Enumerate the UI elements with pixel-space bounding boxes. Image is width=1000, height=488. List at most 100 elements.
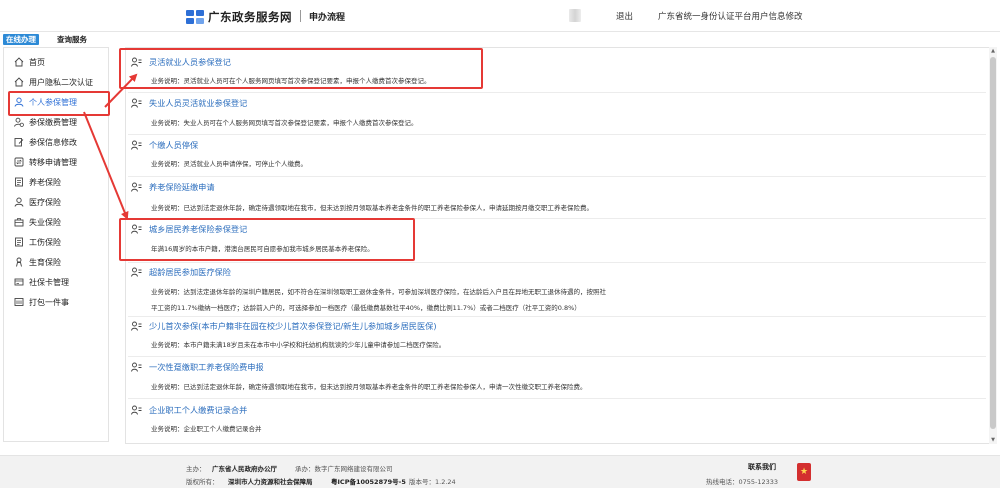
- user-list-icon: [131, 267, 142, 277]
- sidebar-item-pension[interactable]: 养老保险: [4, 172, 110, 192]
- sidebar-item-label: 失业保险: [29, 217, 61, 227]
- user-list-icon: [131, 362, 142, 372]
- package-icon: [14, 297, 24, 307]
- card-icon: [14, 277, 24, 287]
- service-title[interactable]: 个缴人员停保: [149, 139, 198, 151]
- user-avatar[interactable]: [569, 9, 581, 22]
- sidebar-item-label: 社保卡管理: [29, 277, 69, 287]
- footer-icp-link[interactable]: 粤ICP备10052879号-5: [331, 476, 406, 486]
- user-list-icon: [131, 182, 142, 192]
- sidebar-item-payment[interactable]: 参保缴费管理: [4, 112, 110, 132]
- sidebar-item-injury[interactable]: 工伤保险: [4, 232, 110, 252]
- sidebar-item-privacy-auth[interactable]: 用户隐私二次认证: [4, 72, 110, 92]
- sidebar-item-label: 参保缴费管理: [29, 117, 77, 127]
- footer-copyright-label: 版权所有：: [186, 478, 219, 486]
- service-description: 业务说明：失业人员可在个人服务网页填写首次参保登记要素，申报个人缴费首次参保登记…: [151, 119, 418, 127]
- footer-undertaker: 承办：数字广东网络建设有限公司: [295, 465, 393, 473]
- page-footer: 主办： 广东省人民政府办公厅 承办：数字广东网络建设有限公司 版权所有： 深圳市…: [0, 455, 1000, 488]
- service-divider: [128, 218, 986, 219]
- service-title[interactable]: 企业职工个人缴费记录合并: [149, 404, 247, 416]
- user-icon: [14, 97, 24, 107]
- service-title[interactable]: 超龄居民参加医疗保险: [149, 266, 231, 278]
- sidebar-item-label: 转移申请管理: [29, 157, 77, 167]
- page-section-title: 申办流程: [309, 13, 346, 23]
- footer-sponsor: 广东省人民政府办公厅: [212, 465, 277, 473]
- service-divider: [128, 176, 986, 177]
- user-icon: [14, 197, 24, 207]
- top-header: 广东政务服务网 申办流程 退出 广东省统一身份认证平台用户信息修改: [0, 0, 1000, 32]
- footer-sponsor-label: 主办：: [186, 465, 206, 473]
- sidebar-item-package[interactable]: 打包一件事: [4, 292, 110, 312]
- tab-query[interactable]: 查询服务: [54, 34, 90, 45]
- baby-icon: [14, 257, 24, 267]
- sidebar-item-label: 生育保险: [29, 257, 61, 267]
- service-title[interactable]: 养老保险延缴申请: [149, 181, 215, 193]
- scroll-up-arrow-icon[interactable]: ▲: [990, 48, 996, 54]
- home-icon: [14, 77, 24, 87]
- document-icon: [14, 177, 24, 187]
- main-scrollbar[interactable]: ▲ ▼: [989, 47, 997, 444]
- service-title[interactable]: 一次性趸缴职工养老保险费申报: [149, 361, 264, 373]
- user-list-icon: [131, 98, 142, 108]
- service-description: 业务说明：灵活就业人员申请停保，可停止个人缴费。: [151, 160, 307, 168]
- service-title[interactable]: 城乡居民养老保险参保登记: [149, 223, 247, 235]
- service-description: 业务说明：灵活就业人员可在个人服务网页填写首次参保登记要素，申报个人缴费首次参保…: [151, 77, 431, 85]
- portal-brand-name: 广东政务服务网: [208, 10, 292, 24]
- service-divider: [128, 92, 986, 93]
- sidebar-item-maternity[interactable]: 生育保险: [4, 252, 110, 272]
- sidebar-item-label: 首页: [29, 57, 45, 67]
- sidebar-item-label: 用户隐私二次认证: [29, 77, 93, 87]
- briefcase-icon: [14, 217, 24, 227]
- scroll-thumb[interactable]: [990, 57, 996, 429]
- portal-logo[interactable]: 广东政务服务网: [186, 9, 292, 25]
- sidebar-item-personal-insurance[interactable]: 个人参保管理: [4, 92, 110, 112]
- service-divider: [128, 398, 986, 399]
- document-icon: [14, 237, 24, 247]
- sidebar-item-unemployment[interactable]: 失业保险: [4, 212, 110, 232]
- service-title[interactable]: 灵活就业人员参保登记: [149, 56, 231, 68]
- service-title[interactable]: 少儿首次参保(本市户籍非在园在校少儿首次参保登记/新生儿参加城乡居民医保): [149, 320, 437, 332]
- account-settings-link[interactable]: 广东省统一身份认证平台用户信息修改: [658, 10, 803, 22]
- logout-link[interactable]: 退出: [616, 10, 633, 22]
- sidebar-item-label: 参保信息修改: [29, 137, 77, 147]
- service-divider: [128, 356, 986, 357]
- service-divider: [128, 262, 986, 263]
- service-divider: [128, 316, 986, 317]
- sidebar-item-label: 个人参保管理: [29, 97, 77, 107]
- sidebar-item-label: 工伤保险: [29, 237, 61, 247]
- service-title[interactable]: 失业人员灵活就业参保登记: [149, 97, 247, 109]
- sidebar-item-transfer[interactable]: 转移申请管理: [4, 152, 110, 172]
- transfer-icon: [14, 157, 24, 167]
- user-list-icon: [131, 224, 142, 234]
- sidebar-item-social-card[interactable]: 社保卡管理: [4, 272, 110, 292]
- service-description: 业务说明：本市户籍未满18岁且未在本市中小学校和托幼机构就读的少年儿童申请参加二…: [151, 341, 446, 349]
- service-description: 业务说明：达到法定退休年龄的深圳户籍居民，如不符合在深圳领取职工退休金条件，可参…: [151, 288, 606, 296]
- service-description: 业务说明：企业职工个人缴费记录合并: [151, 425, 262, 433]
- service-description: 平工资的11.7%缴纳一档医疗；达龄前入户的，可选择参加一档医疗（最低缴费基数社…: [151, 304, 581, 312]
- sidebar-item-medical[interactable]: 医疗保险: [4, 192, 110, 212]
- user-list-icon: [131, 405, 142, 415]
- service-divider: [128, 134, 986, 135]
- sidebar-item-label: 养老保险: [29, 177, 61, 187]
- footer-hotline: 热线电话：0755-12333: [706, 478, 779, 486]
- user-list-icon: [131, 57, 142, 67]
- sidebar-item-home[interactable]: 首页: [4, 52, 110, 72]
- home-icon: [14, 57, 24, 67]
- user-list-icon: [131, 321, 142, 331]
- edit-icon: [14, 137, 24, 147]
- party-emblem-icon: ★: [797, 463, 811, 481]
- user-coin-icon: [14, 117, 24, 127]
- scroll-down-arrow-icon[interactable]: ▼: [990, 437, 996, 443]
- footer-copyright: 深圳市人力资源和社会保障局: [228, 478, 313, 486]
- portal-logo-icon: [186, 10, 204, 24]
- footer-version: 版本号：1.2.24: [409, 478, 456, 486]
- user-list-icon: [131, 140, 142, 150]
- service-description: 业务说明：已达到法定退休年龄，确定待遇领取地在我市，但未达到按月领取基本养老金条…: [151, 383, 587, 391]
- tab-online[interactable]: 在线办理: [3, 34, 39, 45]
- sidebar-item-label: 医疗保险: [29, 197, 61, 207]
- sidebar-item-info-edit[interactable]: 参保信息修改: [4, 132, 110, 152]
- header-divider: [300, 10, 301, 22]
- service-description: 年满16周岁的本市户籍，港澳台居民可自愿参加我市城乡居民基本养老保险。: [151, 245, 374, 253]
- footer-contact-link[interactable]: 联系我们: [748, 462, 776, 472]
- service-description: 业务说明：已达到法定退休年龄，确定待遇领取地在我市，但未达到按月领取基本养老金条…: [151, 204, 593, 212]
